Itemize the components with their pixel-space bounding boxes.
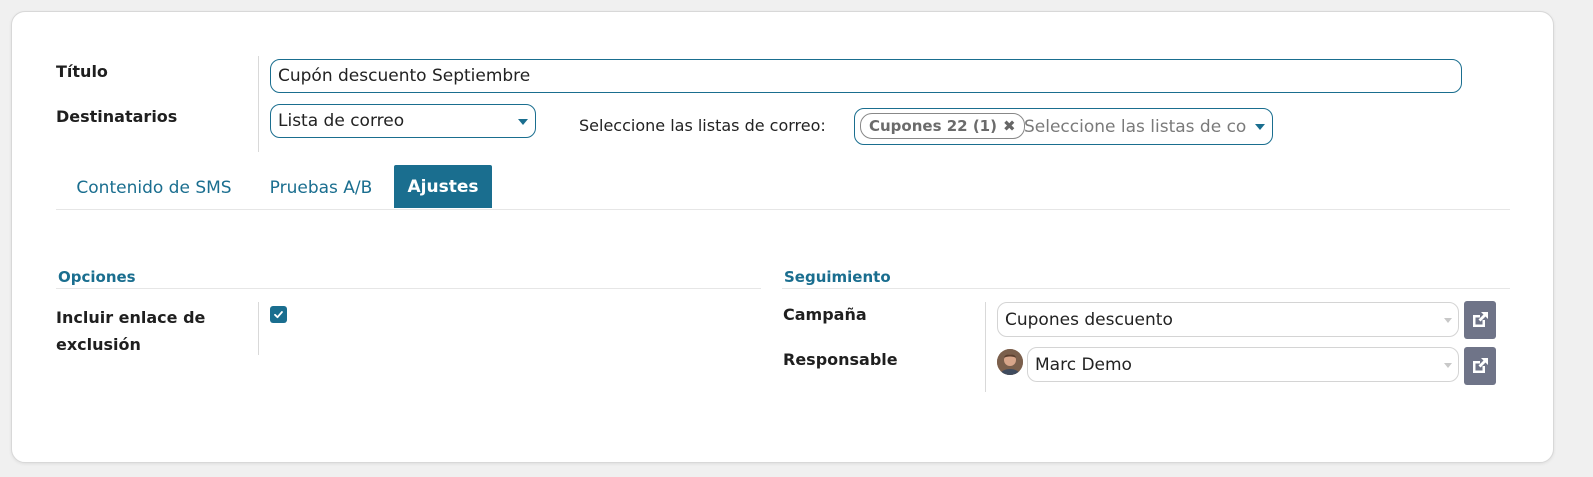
chevron-down-icon bbox=[1444, 318, 1452, 323]
tracking-divider bbox=[782, 288, 1510, 289]
mailing-lists-field[interactable]: Cupones 22 (1) ✖ Seleccione las listas d… bbox=[854, 108, 1273, 145]
campaign-select-value: Cupones descuento bbox=[1005, 309, 1173, 330]
responsible-select-value: Marc Demo bbox=[1035, 354, 1132, 375]
mailing-lists-label: Seleccione las listas de correo: bbox=[579, 116, 826, 135]
chevron-down-icon bbox=[518, 119, 528, 125]
responsible-label: Responsable bbox=[783, 350, 898, 369]
avatar bbox=[997, 349, 1023, 375]
chevron-down-icon bbox=[1444, 363, 1452, 368]
optout-label-line1: Incluir enlace de bbox=[56, 308, 206, 327]
x-icon[interactable]: ✖ bbox=[1003, 117, 1016, 135]
recipients-select[interactable]: Lista de correo bbox=[270, 104, 536, 138]
campaign-select[interactable]: Cupones descuento bbox=[997, 302, 1459, 337]
recipients-label: Destinatarios bbox=[56, 107, 178, 126]
check-icon bbox=[274, 311, 283, 319]
recipients-select-value: Lista de correo bbox=[278, 111, 405, 131]
mailing-list-tag-label: Cupones 22 (1) bbox=[869, 117, 997, 135]
options-divider bbox=[56, 288, 761, 289]
tracking-label-divider bbox=[985, 302, 986, 392]
user-avatar-icon bbox=[997, 349, 1023, 375]
tracking-section-title: Seguimiento bbox=[784, 268, 891, 286]
tabs-divider bbox=[56, 209, 1510, 210]
label-divider bbox=[258, 56, 259, 152]
options-label-divider bbox=[258, 302, 259, 355]
chevron-down-icon bbox=[1255, 124, 1265, 130]
options-section-title: Opciones bbox=[58, 268, 136, 286]
optout-checkbox[interactable] bbox=[270, 306, 287, 323]
responsible-select[interactable]: Marc Demo bbox=[1027, 347, 1459, 382]
mailing-lists-placeholder[interactable]: Seleccione las listas de correo bbox=[1024, 117, 1246, 137]
mailing-list-tag: Cupones 22 (1) ✖ bbox=[860, 113, 1025, 139]
campaign-external-link-button[interactable] bbox=[1464, 301, 1496, 339]
tab-ab-testing[interactable]: Pruebas A/B bbox=[256, 168, 386, 208]
optout-label: Incluir enlace de exclusión bbox=[56, 304, 205, 358]
optout-label-line2: exclusión bbox=[56, 335, 141, 354]
title-input-value: Cupón descuento Septiembre bbox=[278, 66, 531, 86]
form-sheet: Título Cupón descuento Septiembre Destin… bbox=[11, 11, 1554, 463]
title-label: Título bbox=[56, 62, 108, 81]
campaign-label: Campaña bbox=[783, 305, 867, 324]
tab-settings[interactable]: Ajustes bbox=[394, 165, 492, 208]
external-link-icon bbox=[1473, 312, 1488, 327]
responsible-external-link-button[interactable] bbox=[1464, 347, 1496, 385]
external-link-icon bbox=[1473, 358, 1488, 373]
tab-sms-content[interactable]: Contenido de SMS bbox=[56, 168, 252, 208]
title-input[interactable]: Cupón descuento Septiembre bbox=[270, 59, 1462, 93]
